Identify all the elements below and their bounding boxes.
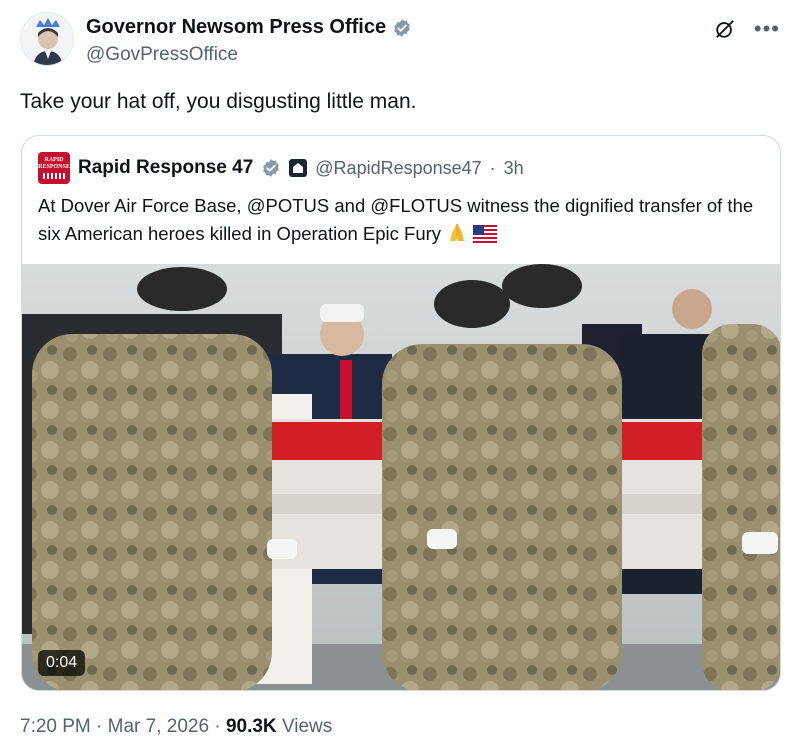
quote-time[interactable]: 3h	[504, 158, 524, 179]
views-count: 90.3K	[225, 716, 277, 737]
verified-badge-icon	[394, 18, 410, 37]
author-name[interactable]: Governor Newsom Press Office	[86, 16, 386, 39]
video-frame	[22, 264, 780, 690]
tweet-header: Governor Newsom Press Office @GovPressOf…	[20, 10, 780, 70]
quote-header: RAPID RESPONSE Rapid Response 47 @RapidR…	[38, 152, 524, 184]
us-flag-emoji	[473, 223, 498, 251]
author-block: Governor Newsom Press Office @GovPressOf…	[86, 16, 412, 66]
quoted-tweet[interactable]: RAPID RESPONSE Rapid Response 47 @RapidR…	[21, 135, 781, 691]
quote-text-block: At Dover Air Force Base, @POTUS and @FLO…	[38, 192, 768, 251]
folded-hands-emoji	[446, 221, 468, 251]
quote-text: At Dover Air Force Base, @POTUS and @FLO…	[38, 195, 754, 244]
post-date[interactable]: Mar 7, 2026	[108, 716, 209, 737]
quote-author-name[interactable]: Rapid Response 47	[78, 157, 253, 179]
quote-handle[interactable]: @RapidResponse47	[315, 158, 481, 179]
verified-badge-icon	[263, 159, 280, 177]
meta-separator: ·	[96, 716, 103, 737]
meta-separator: ·	[214, 716, 221, 737]
quote-separator: ·	[489, 157, 496, 178]
tweet-text: Take your hat off, you disgusting little…	[20, 90, 417, 113]
post-time[interactable]: 7:20 PM	[20, 716, 91, 737]
video-duration: 0:04	[38, 650, 86, 676]
white-house-badge-icon	[289, 159, 308, 177]
grok-icon[interactable]	[714, 18, 736, 40]
author-handle[interactable]: @GovPressOffice	[86, 44, 412, 66]
views-label: Views	[281, 716, 333, 737]
more-icon[interactable]: •••	[754, 18, 780, 40]
quote-avatar[interactable]: RAPID RESPONSE	[38, 152, 70, 184]
tweet-metadata: 7:20 PM · Mar 7, 2026 · 90.3K Views	[20, 716, 332, 738]
author-avatar[interactable]	[20, 12, 74, 66]
video-player[interactable]: 0:04	[22, 264, 780, 690]
